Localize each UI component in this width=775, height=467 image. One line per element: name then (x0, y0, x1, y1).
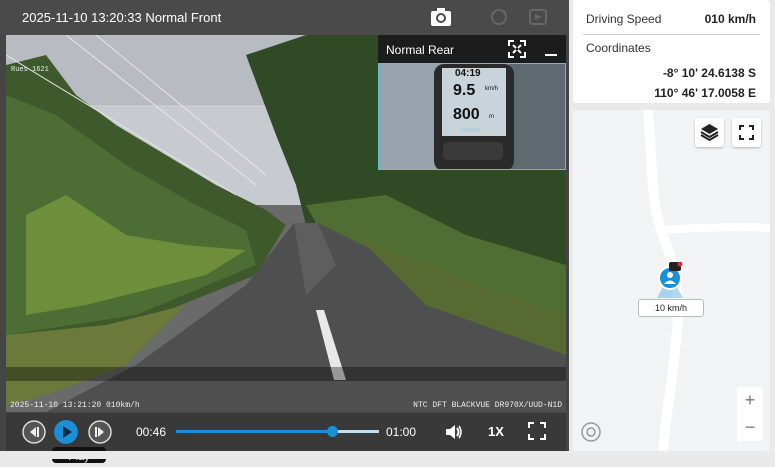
end-time: 01:00 (386, 425, 417, 439)
gps-brand-label: GARMIN (460, 128, 480, 134)
progress-handle[interactable] (327, 426, 339, 437)
zoom-in-button[interactable]: + (737, 387, 763, 414)
minimize-icon[interactable] (542, 40, 560, 58)
playback-speed-button[interactable]: 1X (488, 424, 504, 439)
progress-fill (176, 430, 333, 433)
event-flag-icon[interactable] (527, 7, 549, 27)
rear-camera-video[interactable]: 04:19 9.5 km/h 800 m GARMIN (378, 63, 566, 170)
driving-speed-value: 010 km/h (704, 12, 756, 26)
camera-icon[interactable] (430, 7, 452, 27)
map-fullscreen-button[interactable] (732, 118, 761, 147)
driving-speed-label: Driving Speed (586, 12, 662, 26)
gps-speed: 9.5 (453, 82, 476, 99)
rear-pip-title: Normal Rear (386, 43, 455, 57)
playback-controls: 00:46 01:00 1X (6, 413, 566, 451)
layers-button[interactable] (695, 118, 724, 147)
video-device-overlay: NTC DFT BLACKVUE DR970X/UUD-N1D (413, 401, 562, 410)
video-title: 2025-11-10 13:20:33 Normal Front (22, 10, 222, 25)
fullscreen-icon[interactable] (528, 422, 546, 440)
map-panel[interactable]: 10 km/h + − (573, 110, 770, 451)
coordinates-label: Coordinates (586, 41, 651, 55)
video-timestamp-overlay: 2025-11-10 13:21:20 010km/h (10, 401, 140, 410)
gps-distance: 800 (453, 106, 480, 123)
zoom-out-button[interactable]: − (737, 414, 763, 441)
info-card: Driving Speed 010 km/h Coordinates -8° 1… (573, 0, 770, 103)
player-header: 2025-11-10 13:20:33 Normal Front (0, 0, 569, 35)
latitude-value: -8° 10' 24.6138 S (662, 66, 756, 80)
volume-icon[interactable] (444, 422, 464, 442)
zoom-control: + − (737, 387, 763, 441)
map-logo-icon (581, 422, 601, 442)
current-time: 00:46 (136, 425, 167, 439)
gps-time: 04:19 (455, 68, 481, 79)
longitude-value: 110° 46' 17.0058 E (654, 86, 756, 100)
fullscreen-icon (739, 125, 754, 140)
bottom-bar (0, 451, 775, 459)
camera-id-label: Rues 1621 (11, 66, 49, 74)
gps-speed-unit: km/h (485, 86, 499, 92)
play-icon[interactable] (54, 420, 78, 444)
expand-icon[interactable] (508, 40, 526, 58)
progress-bar[interactable] (176, 426, 379, 437)
layers-icon (700, 124, 719, 142)
video-player: 2025-11-10 13:20:33 Normal Front Rues 16… (0, 0, 569, 459)
rear-pip-header: Normal Rear (378, 35, 566, 63)
next-icon[interactable] (88, 420, 112, 444)
divider (583, 34, 760, 35)
previous-icon[interactable] (22, 420, 46, 444)
swap-view-icon[interactable] (488, 7, 510, 27)
vehicle-marker-icon[interactable] (653, 262, 687, 298)
gps-distance-unit: m (489, 114, 494, 120)
map-speed-label: 10 km/h (638, 299, 704, 317)
